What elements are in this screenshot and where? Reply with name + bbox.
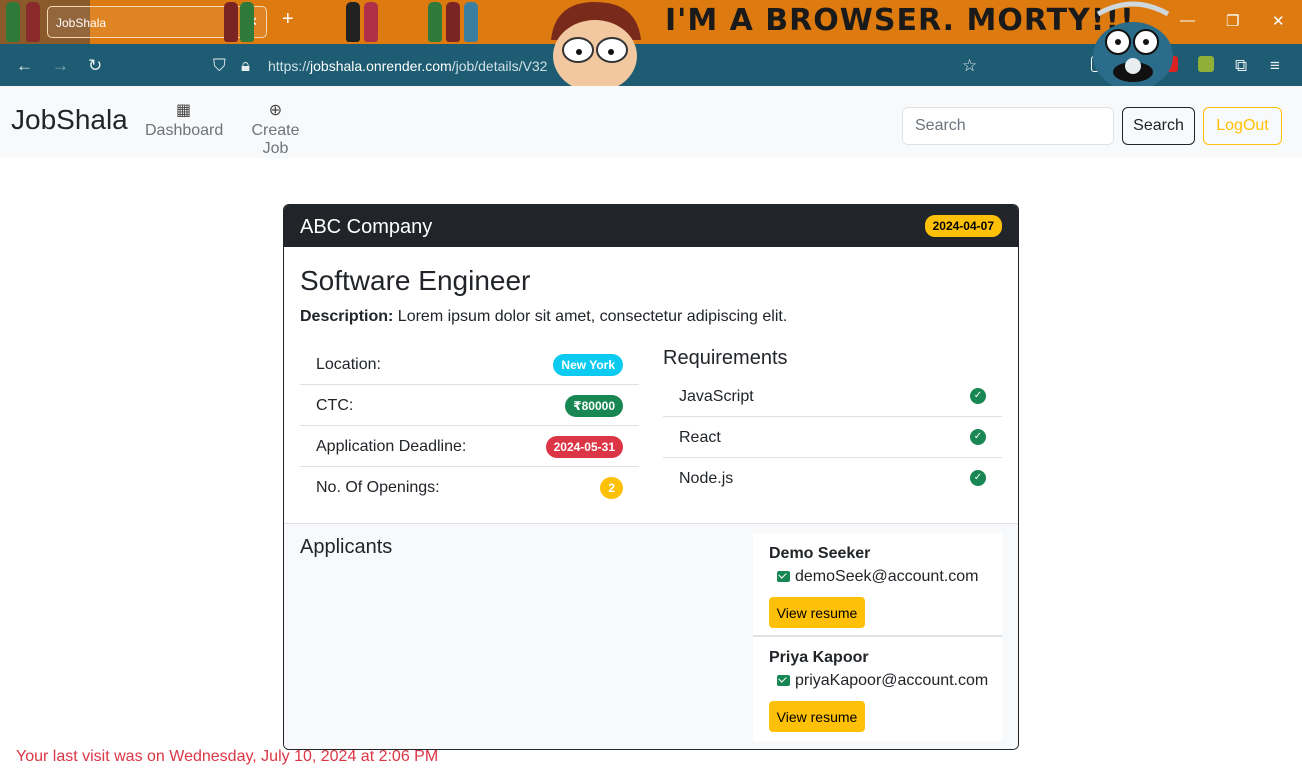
applicant-email: demoSeek@account.com bbox=[795, 568, 979, 585]
extension-icon[interactable] bbox=[1198, 56, 1214, 72]
requirement-item: React ✓ bbox=[663, 417, 1002, 458]
plus-circle-icon: ⊕ bbox=[268, 102, 283, 119]
requirement-label: JavaScript bbox=[679, 388, 754, 405]
requirements-title: Requirements bbox=[663, 347, 788, 369]
detail-row-openings: No. Of Openings: 2 bbox=[300, 467, 639, 508]
applicants-list: Demo Seeker demoSeek@account.com View re… bbox=[753, 533, 1002, 741]
plus-icon[interactable]: + bbox=[282, 8, 294, 31]
applicant-item: Priya Kapoor priyaKapoor@account.com Vie… bbox=[753, 637, 1002, 741]
nav-create-job-label: Create Job bbox=[251, 122, 300, 157]
theme-bottle bbox=[428, 2, 442, 42]
check-circle-icon: ✓ bbox=[970, 429, 986, 445]
forward-icon[interactable]: → bbox=[52, 56, 69, 76]
requirement-item: Node.js ✓ bbox=[663, 458, 1002, 499]
description-label: Description: bbox=[300, 308, 394, 325]
requirements-list: JavaScript ✓ React ✓ Node.js ✓ bbox=[663, 376, 1002, 499]
detail-label: Application Deadline: bbox=[316, 438, 467, 455]
shield-icon[interactable]: ⛉ bbox=[213, 56, 226, 76]
theme-bottle bbox=[364, 2, 378, 42]
requirement-label: Node.js bbox=[679, 470, 734, 487]
last-visit-text: Your last visit was on Wednesday, July 1… bbox=[16, 748, 439, 765]
check-circle-icon: ✓ bbox=[970, 470, 986, 486]
nav-create-job[interactable]: ⊕ Create Job bbox=[238, 100, 313, 158]
site-navbar: JobShala ▦ Dashboard ⊕ Create Job Search… bbox=[0, 86, 1302, 158]
applicants-section: Applicants Demo Seeker demoSeek@account.… bbox=[284, 523, 1018, 749]
job-title: Software Engineer bbox=[300, 265, 531, 296]
applicant-name: Demo Seeker bbox=[769, 545, 871, 562]
view-resume-button[interactable]: View resume bbox=[769, 701, 865, 732]
theme-bottle bbox=[446, 2, 460, 42]
detail-row-deadline: Application Deadline: 2024-05-31 bbox=[300, 426, 639, 467]
ctc-badge: ₹80000 bbox=[565, 395, 623, 417]
company-name: ABC Company bbox=[300, 216, 433, 238]
view-resume-button[interactable]: View resume bbox=[769, 597, 865, 628]
description-text: Lorem ipsum dolor sit amet, consectetur … bbox=[393, 308, 788, 325]
deadline-badge: 2024-05-31 bbox=[545, 436, 623, 458]
envelope-icon bbox=[777, 571, 790, 582]
puzzle-icon[interactable]: ⧉ bbox=[1235, 56, 1247, 76]
applicant-email: priyaKapoor@account.com bbox=[795, 672, 989, 689]
theme-bottle bbox=[26, 2, 40, 42]
logout-button[interactable]: LogOut bbox=[1203, 107, 1282, 145]
job-description: Description: Lorem ipsum dolor sit amet,… bbox=[300, 308, 787, 326]
maximize-icon[interactable]: ❐ bbox=[1226, 12, 1239, 30]
detail-row-location: Location: New York bbox=[300, 344, 639, 385]
nav-dashboard-label: Dashboard bbox=[145, 122, 224, 139]
dashboard-icon: ▦ bbox=[175, 102, 192, 119]
detail-label: Location: bbox=[316, 356, 381, 373]
requirement-label: React bbox=[679, 429, 721, 446]
nav-dashboard[interactable]: ▦ Dashboard bbox=[145, 100, 224, 140]
url-text: https://jobshala.onrender.com/job/detail… bbox=[268, 58, 548, 74]
menu-icon[interactable]: ≡ bbox=[1270, 56, 1280, 76]
detail-row-ctc: CTC: ₹80000 bbox=[300, 385, 639, 426]
lock-icon[interactable]: 🔒︎ bbox=[241, 56, 250, 76]
detail-label: No. Of Openings: bbox=[316, 479, 440, 496]
applicant-item: Demo Seeker demoSeek@account.com View re… bbox=[753, 533, 1002, 637]
theme-character-head bbox=[1093, 1, 1173, 86]
theme-bottle bbox=[224, 2, 238, 42]
back-icon[interactable]: ← bbox=[16, 56, 33, 76]
theme-text: I'M A BROWSER. MORTY!!! bbox=[665, 3, 1135, 38]
card-header: ABC Company 2024-04-07 bbox=[284, 205, 1018, 247]
theme-bottle bbox=[240, 2, 254, 42]
theme-bottle bbox=[464, 2, 478, 42]
search-button[interactable]: Search bbox=[1122, 107, 1195, 145]
applicants-title: Applicants bbox=[300, 536, 393, 558]
tab-title: JobShala bbox=[56, 16, 107, 30]
search-input[interactable] bbox=[902, 107, 1114, 145]
openings-badge: 2 bbox=[600, 477, 623, 499]
location-badge: New York bbox=[553, 354, 623, 376]
star-icon[interactable]: ☆ bbox=[962, 56, 977, 76]
reload-icon[interactable]: ↻ bbox=[88, 56, 102, 76]
theme-character-head bbox=[551, 2, 641, 86]
check-circle-icon: ✓ bbox=[970, 388, 986, 404]
job-details-list: Location: New York CTC: ₹80000 Applicati… bbox=[300, 344, 639, 508]
minimize-icon[interactable]: — bbox=[1180, 12, 1195, 29]
brand-logo[interactable]: JobShala bbox=[11, 104, 128, 136]
window-close-icon[interactable]: ✕ bbox=[1272, 12, 1285, 30]
theme-bottle bbox=[6, 2, 20, 42]
detail-label: CTC: bbox=[316, 397, 354, 414]
applicant-name: Priya Kapoor bbox=[769, 649, 869, 666]
job-card: ABC Company 2024-04-07 Software Engineer… bbox=[283, 204, 1019, 750]
theme-bottle bbox=[346, 2, 360, 42]
requirement-item: JavaScript ✓ bbox=[663, 376, 1002, 417]
envelope-icon bbox=[777, 675, 790, 686]
posted-date-badge: 2024-04-07 bbox=[924, 215, 1002, 237]
